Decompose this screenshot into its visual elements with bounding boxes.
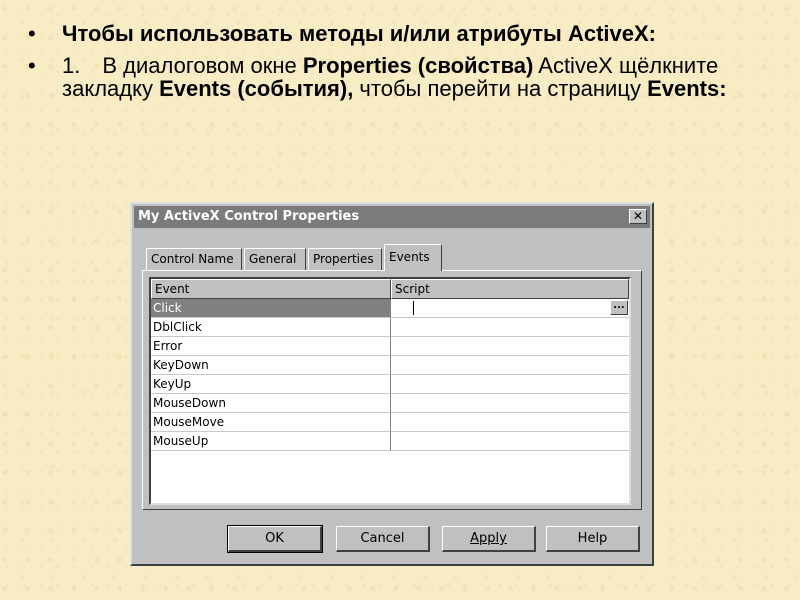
bullet-dot-icon: •: [28, 53, 36, 78]
column-header-script[interactable]: Script: [391, 279, 629, 299]
table-row[interactable]: KeyUp: [151, 375, 629, 394]
column-header-event[interactable]: Event: [151, 279, 391, 299]
close-icon: ✕: [632, 209, 644, 223]
tab-general[interactable]: General: [244, 248, 306, 270]
bullet-2-text-properties: Properties (свойства): [302, 53, 534, 78]
script-cell[interactable]: [391, 337, 629, 356]
script-cell[interactable]: [391, 432, 629, 451]
event-cell[interactable]: Click: [151, 299, 391, 318]
text-caret: [413, 301, 414, 315]
event-cell[interactable]: MouseMove: [151, 413, 391, 432]
tab-control-name[interactable]: Control Name: [146, 248, 242, 270]
apply-button[interactable]: Apply: [442, 526, 536, 552]
properties-dialog: My ActiveX Control Properties ✕ Control …: [130, 202, 654, 566]
event-cell[interactable]: MouseDown: [151, 394, 391, 413]
dialog-title: My ActiveX Control Properties: [138, 209, 360, 224]
bullet-2-text-part1: В диалоговом окне: [102, 53, 303, 78]
table-row[interactable]: Error: [151, 337, 629, 356]
bullet-item-1: • Чтобы использовать методы и/или атрибу…: [28, 22, 768, 45]
step-number: 1.: [62, 53, 81, 78]
bullet-2-text-events-page: Events:: [647, 76, 727, 101]
slide-text: • Чтобы использовать методы и/или атрибу…: [28, 22, 768, 109]
script-cell[interactable]: [391, 394, 629, 413]
event-cell[interactable]: KeyDown: [151, 356, 391, 375]
bullet-item-2: • 1. В диалоговом окне Properties (свойст…: [28, 54, 768, 100]
script-browse-button[interactable]: ...: [610, 300, 628, 315]
dialog-titlebar[interactable]: My ActiveX Control Properties ✕: [134, 206, 650, 228]
table-row[interactable]: MouseUp: [151, 432, 629, 451]
grid-header: Event Script: [151, 279, 629, 299]
table-row[interactable]: MouseDown: [151, 394, 629, 413]
table-row[interactable]: DblClick: [151, 318, 629, 337]
script-cell[interactable]: [391, 413, 629, 432]
bullet-dot-icon: •: [28, 21, 36, 46]
table-row[interactable]: Click ...: [151, 299, 629, 318]
event-cell[interactable]: Error: [151, 337, 391, 356]
event-cell[interactable]: KeyUp: [151, 375, 391, 394]
bullet-1-text: Чтобы использовать методы и/или атрибуты…: [62, 21, 656, 46]
bullet-2-text-part3: чтобы перейти на страницу: [353, 76, 648, 101]
cancel-button[interactable]: Cancel: [336, 526, 430, 552]
tab-properties[interactable]: Properties: [308, 248, 382, 270]
tab-events[interactable]: Events: [384, 244, 442, 271]
events-grid: Event Script Click ... DblClick Error Ke…: [149, 277, 631, 505]
table-row[interactable]: KeyDown: [151, 356, 629, 375]
help-button[interactable]: Help: [546, 526, 640, 552]
ok-button[interactable]: OK: [227, 525, 323, 553]
event-cell[interactable]: DblClick: [151, 318, 391, 337]
close-button[interactable]: ✕: [629, 209, 647, 224]
events-tab-panel: Event Script Click ... DblClick Error Ke…: [142, 270, 642, 510]
script-cell[interactable]: ...: [391, 299, 629, 318]
script-cell[interactable]: [391, 375, 629, 394]
apply-button-label: Apply: [470, 531, 507, 546]
bullet-2-text-events: Events (события),: [159, 76, 354, 101]
table-row[interactable]: MouseMove: [151, 413, 629, 432]
script-cell[interactable]: [391, 318, 629, 337]
script-cell[interactable]: [391, 356, 629, 375]
event-cell[interactable]: MouseUp: [151, 432, 391, 451]
